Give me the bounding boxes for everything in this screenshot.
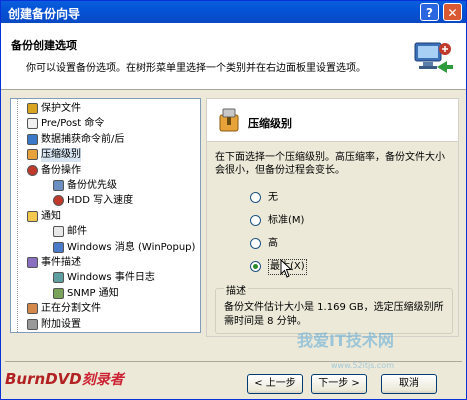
options-tree[interactable]: 保护文件 Pre/Post 命令数据捕获命令前/后 压缩级别备份操作备份优先级 HDD… <box>10 98 201 333</box>
tree-item[interactable]: 事件描述 <box>27 256 81 270</box>
burndvd-watermark: BurnDVD刻录者 <box>5 369 124 389</box>
tree-item[interactable]: Windows 消息 (WinPopup) <box>53 241 196 255</box>
window-title: 创建备份向导 <box>8 7 81 21</box>
snmp-icon <box>53 287 64 299</box>
tree-item-label: 压缩级别 <box>41 149 81 161</box>
title-bar[interactable]: 创建备份向导 ? ✕ <box>1 1 466 23</box>
panel-header: 压缩级别 <box>207 99 458 142</box>
stop-icon <box>53 195 64 207</box>
message-icon <box>27 210 38 222</box>
page-subtitle: 你可以设置备份选项。在树形菜单里选择一个类别并在右边面板里设置选项。 <box>26 63 366 74</box>
radio-label: 无 <box>268 192 278 203</box>
help-button[interactable]: ? <box>420 3 439 21</box>
tree-item[interactable]: 附加设置 <box>27 318 81 332</box>
radio-label: 标准(M) <box>268 215 305 226</box>
tree-item-label: SNMP 通知 <box>67 287 119 299</box>
stop-icon <box>27 164 38 176</box>
tree-item-label: 备份操作 <box>41 164 81 176</box>
close-button[interactable]: ✕ <box>443 3 462 21</box>
tree-item-label: 保护文件 <box>41 103 81 114</box>
tree-item-label: 事件描述 <box>41 257 81 268</box>
tree-item[interactable]: 压缩级别 <box>27 148 81 163</box>
gear-icon <box>27 318 38 330</box>
compress-icon <box>27 149 38 161</box>
watermark-en: BurnDVD <box>5 370 82 388</box>
tree-item-label: HDD 写入速度 <box>67 195 134 207</box>
priority-icon <box>53 180 64 191</box>
cancel-button[interactable]: 取消 <box>381 374 437 394</box>
description-legend: 描述 <box>224 282 248 297</box>
page-title: 备份创建选项 <box>11 39 77 52</box>
tree-item-label: 附加设置 <box>41 318 81 330</box>
radio-button[interactable] <box>250 261 261 272</box>
radio-label: 高 <box>268 238 278 249</box>
lock-icon <box>27 103 38 114</box>
tree-item[interactable]: 通知 <box>27 210 61 224</box>
tree-item[interactable]: 正在分割文件 <box>27 302 101 316</box>
log-icon <box>53 272 64 284</box>
tree-item-label: Windows 消息 (WinPopup) <box>67 241 196 253</box>
tree-item[interactable]: 保护文件 <box>27 102 81 116</box>
radio-button[interactable] <box>250 215 261 226</box>
document-icon <box>27 118 38 130</box>
tree-item[interactable]: 备份操作 <box>27 164 81 178</box>
description-text: 备份文件估计大小是 1.169 GB，选定压缩级别所需时间是 8 分钟。 <box>224 302 444 327</box>
wizard-header: 备份创建选项 你可以设置备份选项。在树形菜单里选择一个类别并在右边面板里设置选项… <box>1 23 466 90</box>
tree-item[interactable]: Pre/Post 命令 <box>27 117 105 131</box>
tree-item-label: Pre/Post 命令 <box>41 118 105 130</box>
tree-item-label: Windows 事件日志 <box>67 272 155 284</box>
compress-icon <box>219 108 239 132</box>
tree-connector <box>17 99 18 332</box>
mail-icon <box>53 226 64 238</box>
options-panel: 压缩级别 在下面选择一个压缩级别。高压缩率，备份文件大小会很小，但备份过程会变长… <box>206 98 459 337</box>
event-icon <box>27 257 38 268</box>
backup-computer-icon <box>414 42 453 73</box>
radio-button[interactable] <box>250 192 261 203</box>
tree-item[interactable]: 邮件 <box>53 225 87 239</box>
split-icon <box>27 303 38 315</box>
tree-item-label: 数据捕获命令前/后 <box>41 133 125 145</box>
next-button[interactable]: 下一步 > <box>311 374 367 394</box>
tree-item[interactable]: Windows 事件日志 <box>53 271 155 285</box>
site-watermark: 我爱IT技术网 <box>297 331 394 350</box>
watermark-cn: 刻录者 <box>81 372 124 388</box>
radio-button[interactable] <box>250 238 261 249</box>
window-icon <box>53 241 64 253</box>
tree-item[interactable]: 数据捕获命令前/后 <box>27 133 125 147</box>
tree-item-label: 通知 <box>41 210 61 222</box>
wizard-window: 创建备份向导 ? ✕ 备份创建选项 你可以设置备份选项。在树形菜单里选择一个类别… <box>0 0 467 400</box>
panel-description: 在下面选择一个压缩级别。高压缩率，备份文件大小会很小，但备份过程会变长。 <box>215 152 445 176</box>
tree-item[interactable]: HDD 写入速度 <box>53 194 134 208</box>
tree-item-label: 邮件 <box>67 226 87 238</box>
database-icon <box>27 133 38 145</box>
panel-title: 压缩级别 <box>248 117 292 130</box>
tree-item-label: 备份优先级 <box>67 180 117 191</box>
tree-item[interactable]: SNMP 通知 <box>53 287 119 301</box>
tree-item[interactable]: 备份优先级 <box>53 179 117 193</box>
back-button[interactable]: < 上一步 <box>247 374 303 394</box>
mouse-cursor-icon <box>280 259 293 278</box>
tree-item-label: 正在分割文件 <box>41 303 101 315</box>
site-watermark-url: www.52itjs.com <box>331 361 394 370</box>
